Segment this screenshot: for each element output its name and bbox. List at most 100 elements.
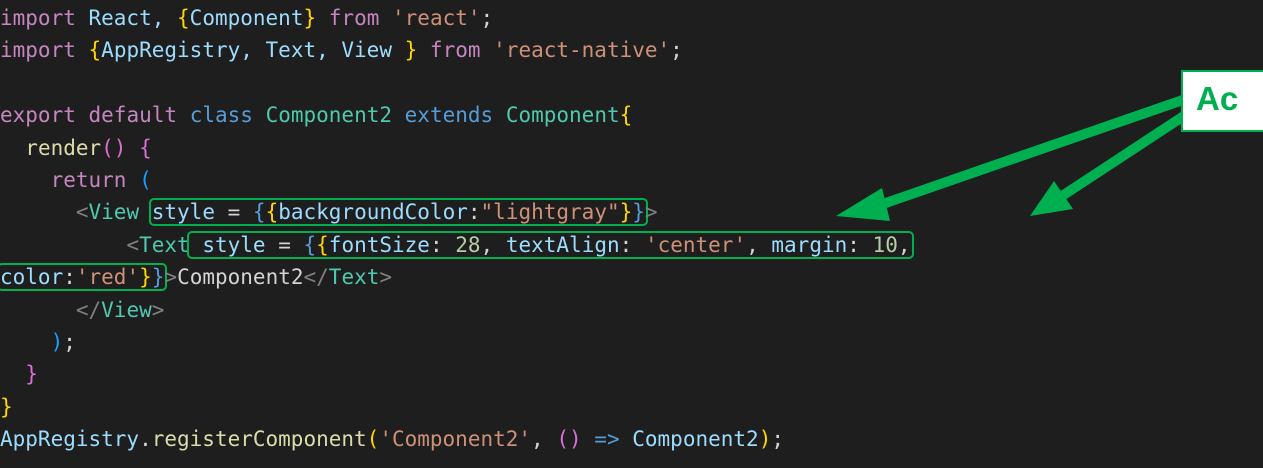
code-token: 'Component2' <box>379 427 532 452</box>
code-token: View <box>101 297 152 322</box>
code-token: : <box>619 232 645 257</box>
code-token: , <box>531 427 557 452</box>
code-line[interactable]: AppRegistry.registerComponent('Component… <box>0 423 784 455</box>
code-token: 'react-native' <box>493 38 671 63</box>
code-token: ; <box>771 427 784 452</box>
code-token: "lightgray" <box>480 200 620 225</box>
code-token: registerComponent <box>151 427 367 452</box>
code-token: : <box>429 232 456 257</box>
code-token: { <box>265 200 279 225</box>
code-token: from <box>328 6 380 30</box>
code-token: { <box>88 38 102 63</box>
code-token: : <box>63 265 76 290</box>
code-line[interactable]: <Text style = {{fontSize: 28, textAlign:… <box>0 229 914 261</box>
code-token: React, <box>75 6 178 30</box>
code-token: = <box>214 200 253 225</box>
code-token: , <box>746 232 772 257</box>
code-token: Component2 <box>265 103 392 128</box>
code-token: } <box>303 6 317 30</box>
code-token: ) <box>50 330 64 354</box>
code-line[interactable]: color:'red'}}>Component2</Text> <box>0 261 392 293</box>
code-token: extends <box>404 103 494 128</box>
code-token: { <box>316 232 329 257</box>
code-token: => <box>594 427 620 452</box>
code-line[interactable]: return ( <box>0 164 152 196</box>
code-token: , <box>897 232 911 257</box>
code-token: { <box>177 6 190 30</box>
code-token: </ <box>303 265 329 290</box>
code-token: import <box>0 38 76 63</box>
code-token: default <box>88 103 178 128</box>
code-token: < <box>75 200 89 225</box>
code-token: Component2 <box>177 265 304 290</box>
code-token: render <box>25 135 102 160</box>
code-token: return <box>50 168 127 192</box>
code-token: 28 <box>455 232 481 257</box>
code-line[interactable]: </View> <box>0 294 165 326</box>
code-token: 10 <box>872 232 898 257</box>
code-token: : <box>847 232 873 257</box>
code-token: AppRegistry <box>0 427 140 452</box>
code-token: } <box>0 394 13 419</box>
code-token: color <box>0 265 64 290</box>
code-line[interactable]: <View style = {{backgroundColor:"lightgr… <box>0 196 658 228</box>
code-token: AppRegistry, Text, View <box>101 38 405 63</box>
code-token: > <box>644 200 658 225</box>
code-token: Text <box>139 232 190 257</box>
code-line[interactable]: } <box>0 391 13 423</box>
code-token: View <box>88 200 140 225</box>
code-line[interactable]: } <box>0 358 38 390</box>
code-editor[interactable]: import React, {Component} from 'react'; i… <box>0 0 1263 468</box>
code-token: ; <box>63 330 76 354</box>
code-token: { <box>139 135 152 160</box>
code-token: 'react' <box>392 6 481 30</box>
code-token: fontSize <box>328 232 430 257</box>
code-token: . <box>139 427 152 452</box>
code-token: style <box>151 200 215 225</box>
code-token: < <box>126 232 140 257</box>
highlight-box: style = {{backgroundColor:"lightgray"}} <box>148 198 648 227</box>
code-line[interactable]: export default class Component2 extends … <box>0 99 632 131</box>
code-token: Component <box>189 6 304 30</box>
code-line[interactable]: render() { <box>0 132 152 164</box>
code-token: import <box>0 6 76 30</box>
code-token: { <box>303 232 317 257</box>
code-token: </ <box>75 297 102 322</box>
code-token: from <box>429 38 481 63</box>
code-token: 'red' <box>75 265 140 290</box>
highlight-box: color:'red'}} <box>0 263 168 292</box>
code-token: class <box>189 103 253 128</box>
code-token: { <box>252 200 266 225</box>
code-token: Component <box>505 103 620 128</box>
code-token: () <box>556 427 582 452</box>
code-line[interactable]: import React, {Component} from 'react'; <box>0 2 493 34</box>
code-token: Component2 <box>632 427 759 452</box>
code-line[interactable]: import {AppRegistry, Text, View } from '… <box>0 34 683 66</box>
code-token: style <box>202 232 266 257</box>
code-line[interactable]: ); <box>0 326 76 358</box>
code-token: } <box>404 38 418 63</box>
code-token: } <box>25 362 38 387</box>
code-token: > <box>164 265 178 290</box>
code-token: , <box>480 232 506 257</box>
code-token: ; <box>480 6 494 30</box>
code-token: } <box>151 265 165 290</box>
